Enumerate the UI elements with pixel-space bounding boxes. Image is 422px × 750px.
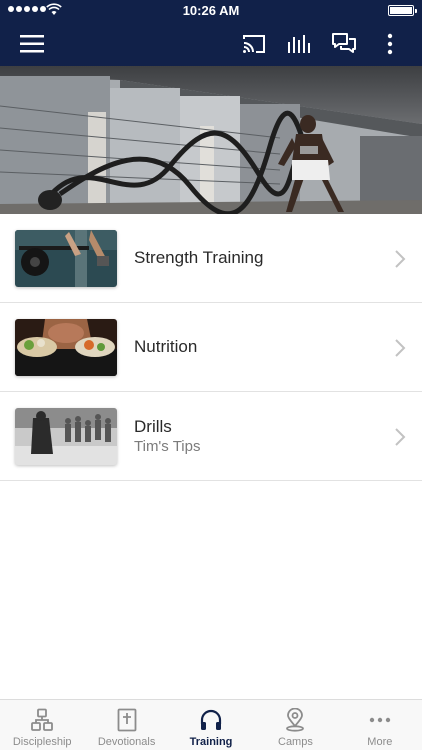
list-item-title: Strength Training	[134, 248, 264, 267]
tab-discipleship[interactable]: Discipleship	[0, 700, 84, 750]
tab-label: Training	[189, 736, 233, 748]
app-screen: 10:26 AM Strength Training Nutrition Dri…	[0, 0, 422, 750]
list-item-subtitle: Tim's Tips	[134, 438, 201, 455]
tab-bar: Discipleship Devotionals Training Camps …	[0, 699, 422, 750]
chevron-right-icon	[395, 428, 406, 446]
tab-camps[interactable]: Camps	[253, 700, 337, 750]
hero-photo	[0, 66, 422, 214]
cast-button[interactable]	[238, 28, 270, 60]
tab-label: Devotionals	[97, 736, 156, 748]
training-list: Strength Training Nutrition Drills Tim's…	[0, 214, 422, 481]
top-bar: 10:26 AM	[0, 0, 422, 66]
chat-button[interactable]	[328, 28, 360, 60]
chevron-right-icon	[395, 339, 406, 357]
tab-devotionals[interactable]: Devotionals	[84, 700, 168, 750]
chevron-right-icon	[395, 250, 406, 268]
chat-icon	[332, 33, 356, 53]
audio-button[interactable]	[283, 28, 315, 60]
more-vertical-icon	[387, 33, 393, 55]
list-item-title: Nutrition	[134, 337, 198, 356]
hero-image	[0, 66, 422, 214]
list-item-nutrition[interactable]: Nutrition	[0, 303, 422, 392]
tab-training[interactable]: Training	[169, 700, 253, 750]
tab-label: Camps	[278, 736, 313, 748]
menu-icon	[20, 35, 44, 53]
nav-bar	[0, 22, 422, 66]
bible-icon	[117, 708, 137, 732]
list-item-title: Drills	[134, 417, 172, 436]
cast-icon	[243, 35, 265, 53]
discipleship-icon	[31, 708, 54, 731]
battery-icon	[388, 5, 417, 16]
menu-button[interactable]	[16, 28, 48, 60]
status-bar: 10:26 AM	[0, 0, 422, 22]
nutrition-thumbnail	[15, 319, 117, 376]
tab-label: Discipleship	[12, 736, 72, 748]
list-item-strength-training[interactable]: Strength Training	[0, 214, 422, 303]
headphones-icon	[200, 709, 222, 730]
tab-label: More	[367, 736, 393, 748]
status-time: 10:26 AM	[182, 3, 240, 18]
overflow-menu-button[interactable]	[374, 28, 406, 60]
more-horizontal-icon	[369, 717, 391, 723]
list-item-drills[interactable]: Drills Tim's Tips	[0, 392, 422, 481]
tab-more[interactable]: More	[338, 700, 422, 750]
strength-training-thumbnail	[15, 230, 117, 287]
drills-thumbnail	[15, 408, 117, 465]
equalizer-icon	[288, 35, 310, 53]
map-pin-icon	[286, 708, 305, 732]
